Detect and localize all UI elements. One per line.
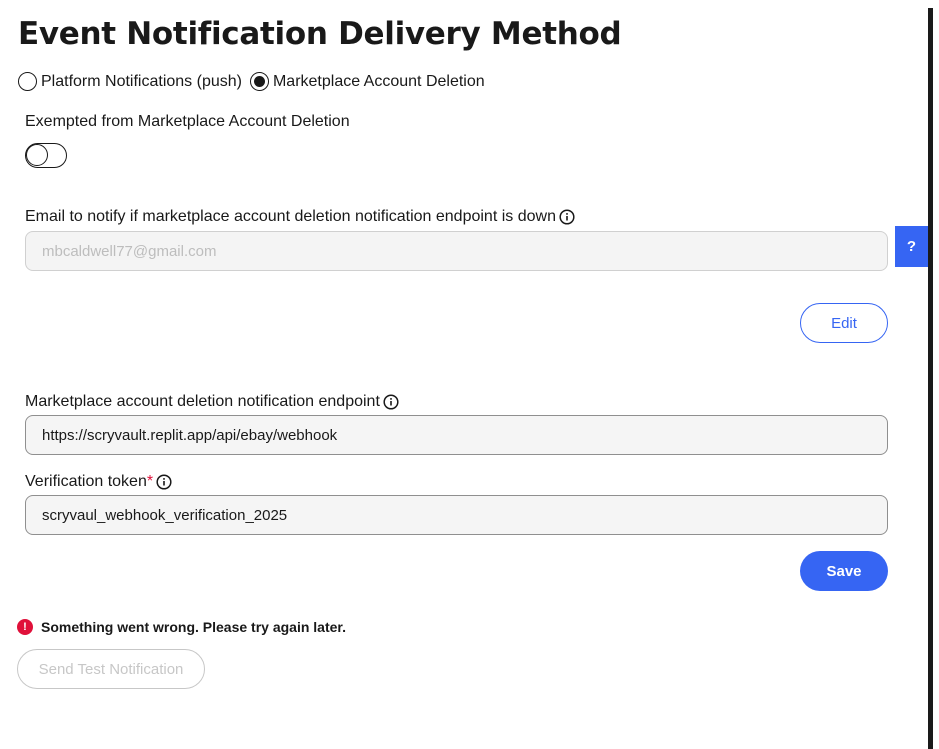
token-label: Verification token [25,473,147,490]
radio-marketplace-account-deletion-label: Marketplace Account Deletion [272,72,485,90]
endpoint-input[interactable] [25,415,888,455]
radio-unchecked-icon[interactable] [18,72,37,91]
endpoint-label: Marketplace account deletion notificatio… [25,393,380,410]
required-mark: * [146,473,154,490]
save-button[interactable]: Save [800,551,888,591]
error-message-row: ! Something went wrong. Please try again… [17,619,346,635]
error-message: Something went wrong. Please try again l… [41,619,346,635]
error-icon: ! [17,619,33,635]
send-test-notification-button[interactable]: Send Test Notification [17,649,205,689]
radio-platform-notifications[interactable]: Platform Notifications (push) [18,72,242,91]
endpoint-label-row: Marketplace account deletion notificatio… [25,393,399,411]
page-title: Event Notification Delivery Method [18,16,622,52]
edit-button[interactable]: Edit [800,303,888,343]
token-label-row: Verification token * [25,473,172,491]
delivery-method-radio-group: Platform Notifications (push) Marketplac… [18,72,493,91]
info-icon[interactable] [559,209,575,225]
radio-checked-icon[interactable] [249,72,269,91]
email-label-row: Email to notify if marketplace account d… [25,208,575,226]
info-icon[interactable] [383,394,399,410]
exemption-toggle[interactable] [25,143,67,168]
email-field[interactable] [25,231,888,271]
radio-platform-notifications-label: Platform Notifications (push) [41,72,242,90]
info-icon[interactable] [156,474,172,490]
email-label: Email to notify if marketplace account d… [25,208,556,225]
verification-token-input[interactable] [25,495,888,535]
exemption-label: Exempted from Marketplace Account Deleti… [25,113,350,130]
help-button[interactable]: ? [895,226,928,267]
toggle-knob [26,144,48,166]
scrollbar[interactable] [928,8,933,749]
radio-marketplace-account-deletion[interactable]: Marketplace Account Deletion [249,72,485,91]
